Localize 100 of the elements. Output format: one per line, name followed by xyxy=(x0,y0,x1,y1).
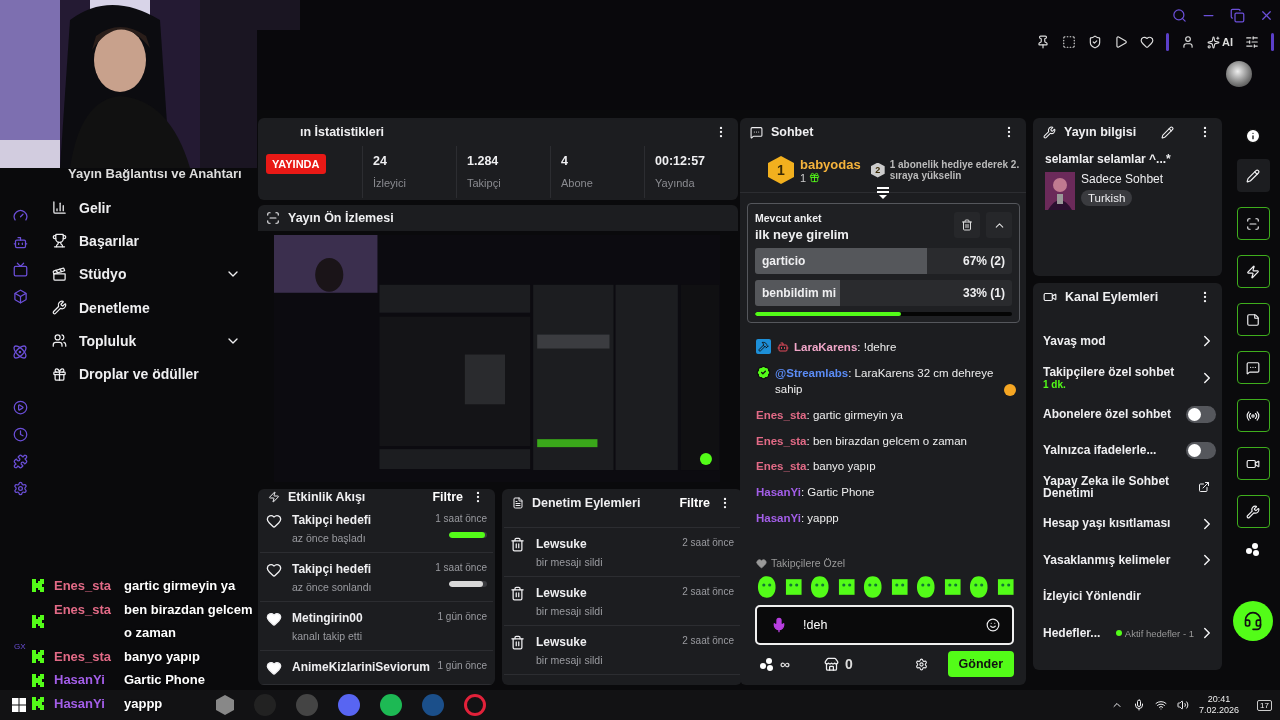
poll-option[interactable]: garticio 67% (2) xyxy=(755,248,1012,274)
activity-item[interactable]: Metingirin00 kanalı takip etti 1 gün önce xyxy=(260,602,493,651)
windows-icon[interactable] xyxy=(12,698,26,712)
atom-icon[interactable] xyxy=(12,344,28,360)
event-time: 2 saat önce xyxy=(682,537,734,548)
stat-value: 1.284 xyxy=(467,154,500,168)
bolt-icon xyxy=(268,490,280,503)
info-icon[interactable] xyxy=(1245,128,1261,144)
emote-icon[interactable] xyxy=(968,575,990,599)
card-title: Yayın bilgisi xyxy=(1064,125,1138,139)
gauge-icon[interactable] xyxy=(12,208,28,223)
nav-item[interactable]: Denetleme xyxy=(52,290,255,325)
crop-icon[interactable] xyxy=(1062,35,1076,49)
channel-action[interactable]: Yasaklanmış kelimeler xyxy=(1043,542,1216,579)
emote-icon[interactable] xyxy=(809,575,831,599)
channel-action[interactable]: Yapay Zeka ile Sohbet Denetimi xyxy=(1043,469,1216,506)
support-button[interactable] xyxy=(1233,601,1273,641)
screen-button[interactable] xyxy=(1236,207,1270,240)
app-icon[interactable] xyxy=(338,694,360,716)
channel-action[interactable]: Abonelere özel sohbet xyxy=(1043,396,1216,433)
poll-option[interactable]: benbildim mi 33% (1) xyxy=(755,280,1012,306)
user-icon[interactable] xyxy=(1181,35,1195,49)
search-icon[interactable] xyxy=(1172,8,1187,23)
avatar[interactable] xyxy=(1226,61,1252,87)
shield-icon[interactable] xyxy=(1088,35,1102,49)
channel-action[interactable]: Yalnızca ifadelerle... xyxy=(1043,432,1216,469)
moderation-item[interactable]: Lewsuke bir mesajı sildi 2 saat önce xyxy=(504,527,740,577)
filter-button[interactable]: Filtre xyxy=(679,496,710,510)
channel-action[interactable]: İzleyici Yönlendir xyxy=(1043,578,1216,615)
activity-item[interactable]: Takipçi hedefi az önce başladı 1 saat önce xyxy=(260,504,493,553)
gift-count: 1 xyxy=(800,171,807,184)
emote-icon[interactable] xyxy=(862,575,884,599)
delete-button[interactable] xyxy=(954,212,980,238)
wrench-button[interactable] xyxy=(1236,495,1270,528)
camera-icon xyxy=(1043,290,1057,304)
network-icon[interactable] xyxy=(1155,699,1168,711)
chat-input[interactable]: !deh xyxy=(801,617,972,633)
emote-icon[interactable] xyxy=(756,575,778,599)
hexagon-icon[interactable] xyxy=(216,695,234,715)
emoji-icon[interactable] xyxy=(986,618,1000,632)
message-field[interactable]: !deh xyxy=(755,605,1014,645)
send-button[interactable]: Gönder xyxy=(947,651,1014,677)
note-button[interactable] xyxy=(1236,303,1270,336)
activity-item[interactable]: AnimeKizlariniSeviorum 1 gün önce xyxy=(260,651,493,685)
ring-icon[interactable] xyxy=(464,694,486,716)
tv-icon[interactable] xyxy=(12,262,28,277)
wrench-icon xyxy=(1246,504,1260,519)
pencil-icon xyxy=(1246,168,1260,183)
restore-icon[interactable] xyxy=(1230,8,1245,23)
heart-icon[interactable] xyxy=(1140,35,1154,49)
moderation-action: bir mesajı sildi xyxy=(536,654,604,666)
emote-section-label: Takipçilere Özel xyxy=(771,557,846,569)
play-icon[interactable] xyxy=(1114,35,1128,49)
toggle-switch[interactable] xyxy=(1186,442,1216,460)
action-label: Hedefler... xyxy=(1043,626,1102,640)
bolt-button[interactable] xyxy=(1236,255,1270,288)
stat-value: 00:12:57 xyxy=(655,154,707,168)
collapse-button[interactable] xyxy=(986,212,1012,238)
emote-icon[interactable] xyxy=(915,575,937,599)
nav-item[interactable]: Stüdyo xyxy=(52,257,255,291)
stat-value: 24 xyxy=(373,154,388,168)
edit-button[interactable] xyxy=(1236,159,1270,192)
filter-button[interactable]: Filtre xyxy=(432,489,463,504)
pin-icon[interactable] xyxy=(1036,35,1050,49)
nav-item[interactable]: Başarılar xyxy=(52,224,255,258)
robot-icon[interactable] xyxy=(12,235,28,250)
clock-icon[interactable] xyxy=(12,427,28,442)
camera-button[interactable] xyxy=(1236,447,1270,480)
chat-button[interactable] xyxy=(1236,351,1270,384)
sliders-icon[interactable] xyxy=(1245,35,1259,49)
volume-icon[interactable] xyxy=(1177,699,1190,711)
box-icon[interactable] xyxy=(12,289,28,304)
stat-label: Yayında xyxy=(655,178,696,189)
notification-badge[interactable]: 17 xyxy=(1257,699,1272,711)
event-time: 2 saat önce xyxy=(682,586,734,597)
heart-icon xyxy=(756,557,767,569)
close-icon[interactable] xyxy=(1259,8,1274,23)
ai-label[interactable]: AI xyxy=(1222,36,1233,48)
verified-icon xyxy=(756,364,771,380)
nav-item[interactable]: Gelir xyxy=(52,191,255,225)
app-icon[interactable] xyxy=(380,694,402,716)
activity-item[interactable]: Takipçi hedefi az önce sonlandı 1 saat önce xyxy=(260,553,493,602)
chat-message: HasanYi: yappp xyxy=(756,510,839,526)
channel-action[interactable]: Takipçilere özel sohbet 1 dk. xyxy=(1043,359,1216,396)
nav-item[interactable]: Topluluk xyxy=(52,324,255,358)
sparkle-icon[interactable] xyxy=(1207,35,1220,49)
mic-icon[interactable] xyxy=(1133,699,1146,711)
edit-icon[interactable] xyxy=(1161,125,1174,139)
channel-action[interactable]: Hedefler... Aktif hedefler - 1 xyxy=(1043,615,1216,652)
channel-action[interactable]: Yavaş mod xyxy=(1043,323,1216,360)
collapse-icon[interactable] xyxy=(877,186,889,199)
external-link-icon xyxy=(1198,481,1210,494)
channel-action[interactable]: Hesap yaşı kısıtlaması xyxy=(1043,505,1216,542)
nav-item[interactable]: Droplar ve ödüller xyxy=(52,357,255,391)
broadcast-icon xyxy=(1246,408,1260,423)
broadcast-button[interactable] xyxy=(1236,399,1270,432)
puzzle-icon[interactable] xyxy=(12,454,28,469)
store-icon[interactable] xyxy=(824,656,839,672)
heart-icon xyxy=(266,513,282,529)
toggle-switch[interactable] xyxy=(1186,405,1216,423)
